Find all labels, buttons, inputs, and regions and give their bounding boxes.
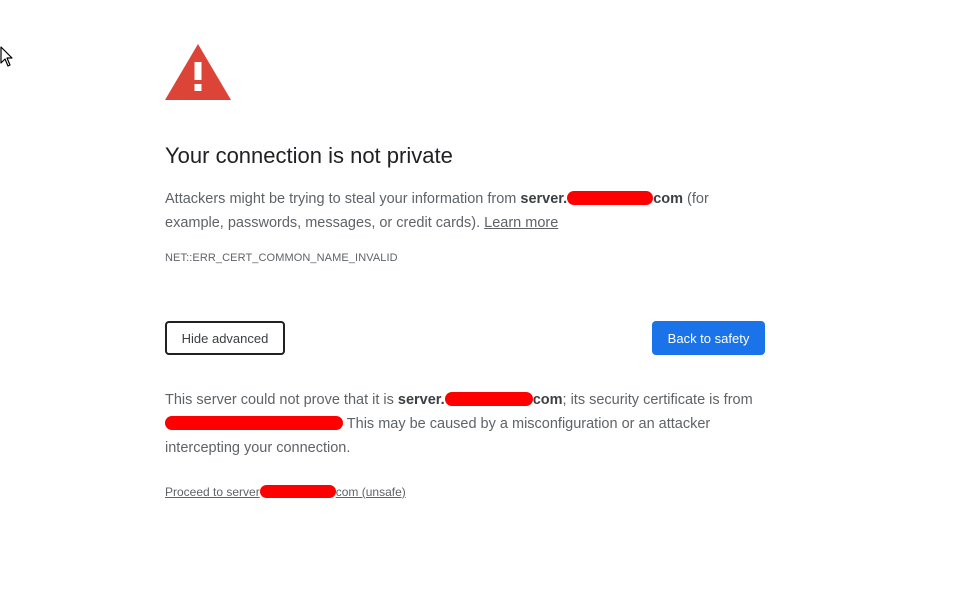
proceed-prefix: Proceed to server <box>165 485 260 499</box>
intro-text-before: Attackers might be trying to steal your … <box>165 191 521 207</box>
detail-domain-prefix: server. <box>397 392 445 408</box>
redaction-mark <box>444 392 533 406</box>
redaction-mark <box>259 485 336 498</box>
proceed-suffix: com (unsafe) <box>335 485 406 499</box>
detail-text-before: This server could not prove that it is <box>165 392 398 408</box>
intro-paragraph: Attackers might be trying to steal your … <box>165 187 765 235</box>
proceed-unsafe-link[interactable]: Proceed to server com (unsafe) <box>165 485 406 499</box>
back-to-safety-button[interactable]: Back to safety <box>652 321 765 355</box>
error-code: NET::ERR_CERT_COMMON_NAME_INVALID <box>165 252 398 264</box>
warning-triangle-icon <box>165 44 231 100</box>
detail-text-mid: ; its security certificate is from <box>562 392 753 408</box>
redaction-mark <box>567 191 654 205</box>
redaction-mark <box>165 416 343 430</box>
privacy-error-page: Your connection is not private Attackers… <box>0 0 960 612</box>
hide-advanced-button[interactable]: Hide advanced <box>165 321 285 355</box>
learn-more-link[interactable]: Learn more <box>484 215 558 231</box>
mouse-cursor-icon <box>0 46 13 67</box>
intro-domain-prefix: server. <box>520 191 568 207</box>
page-title: Your connection is not private <box>165 143 453 168</box>
detail-domain: server. com <box>398 392 563 408</box>
details-paragraph: This server could not prove that it is s… <box>165 388 765 460</box>
detail-domain-suffix: com <box>532 392 563 408</box>
intro-domain-suffix: com <box>653 191 684 207</box>
intro-domain: server. com <box>520 191 683 207</box>
